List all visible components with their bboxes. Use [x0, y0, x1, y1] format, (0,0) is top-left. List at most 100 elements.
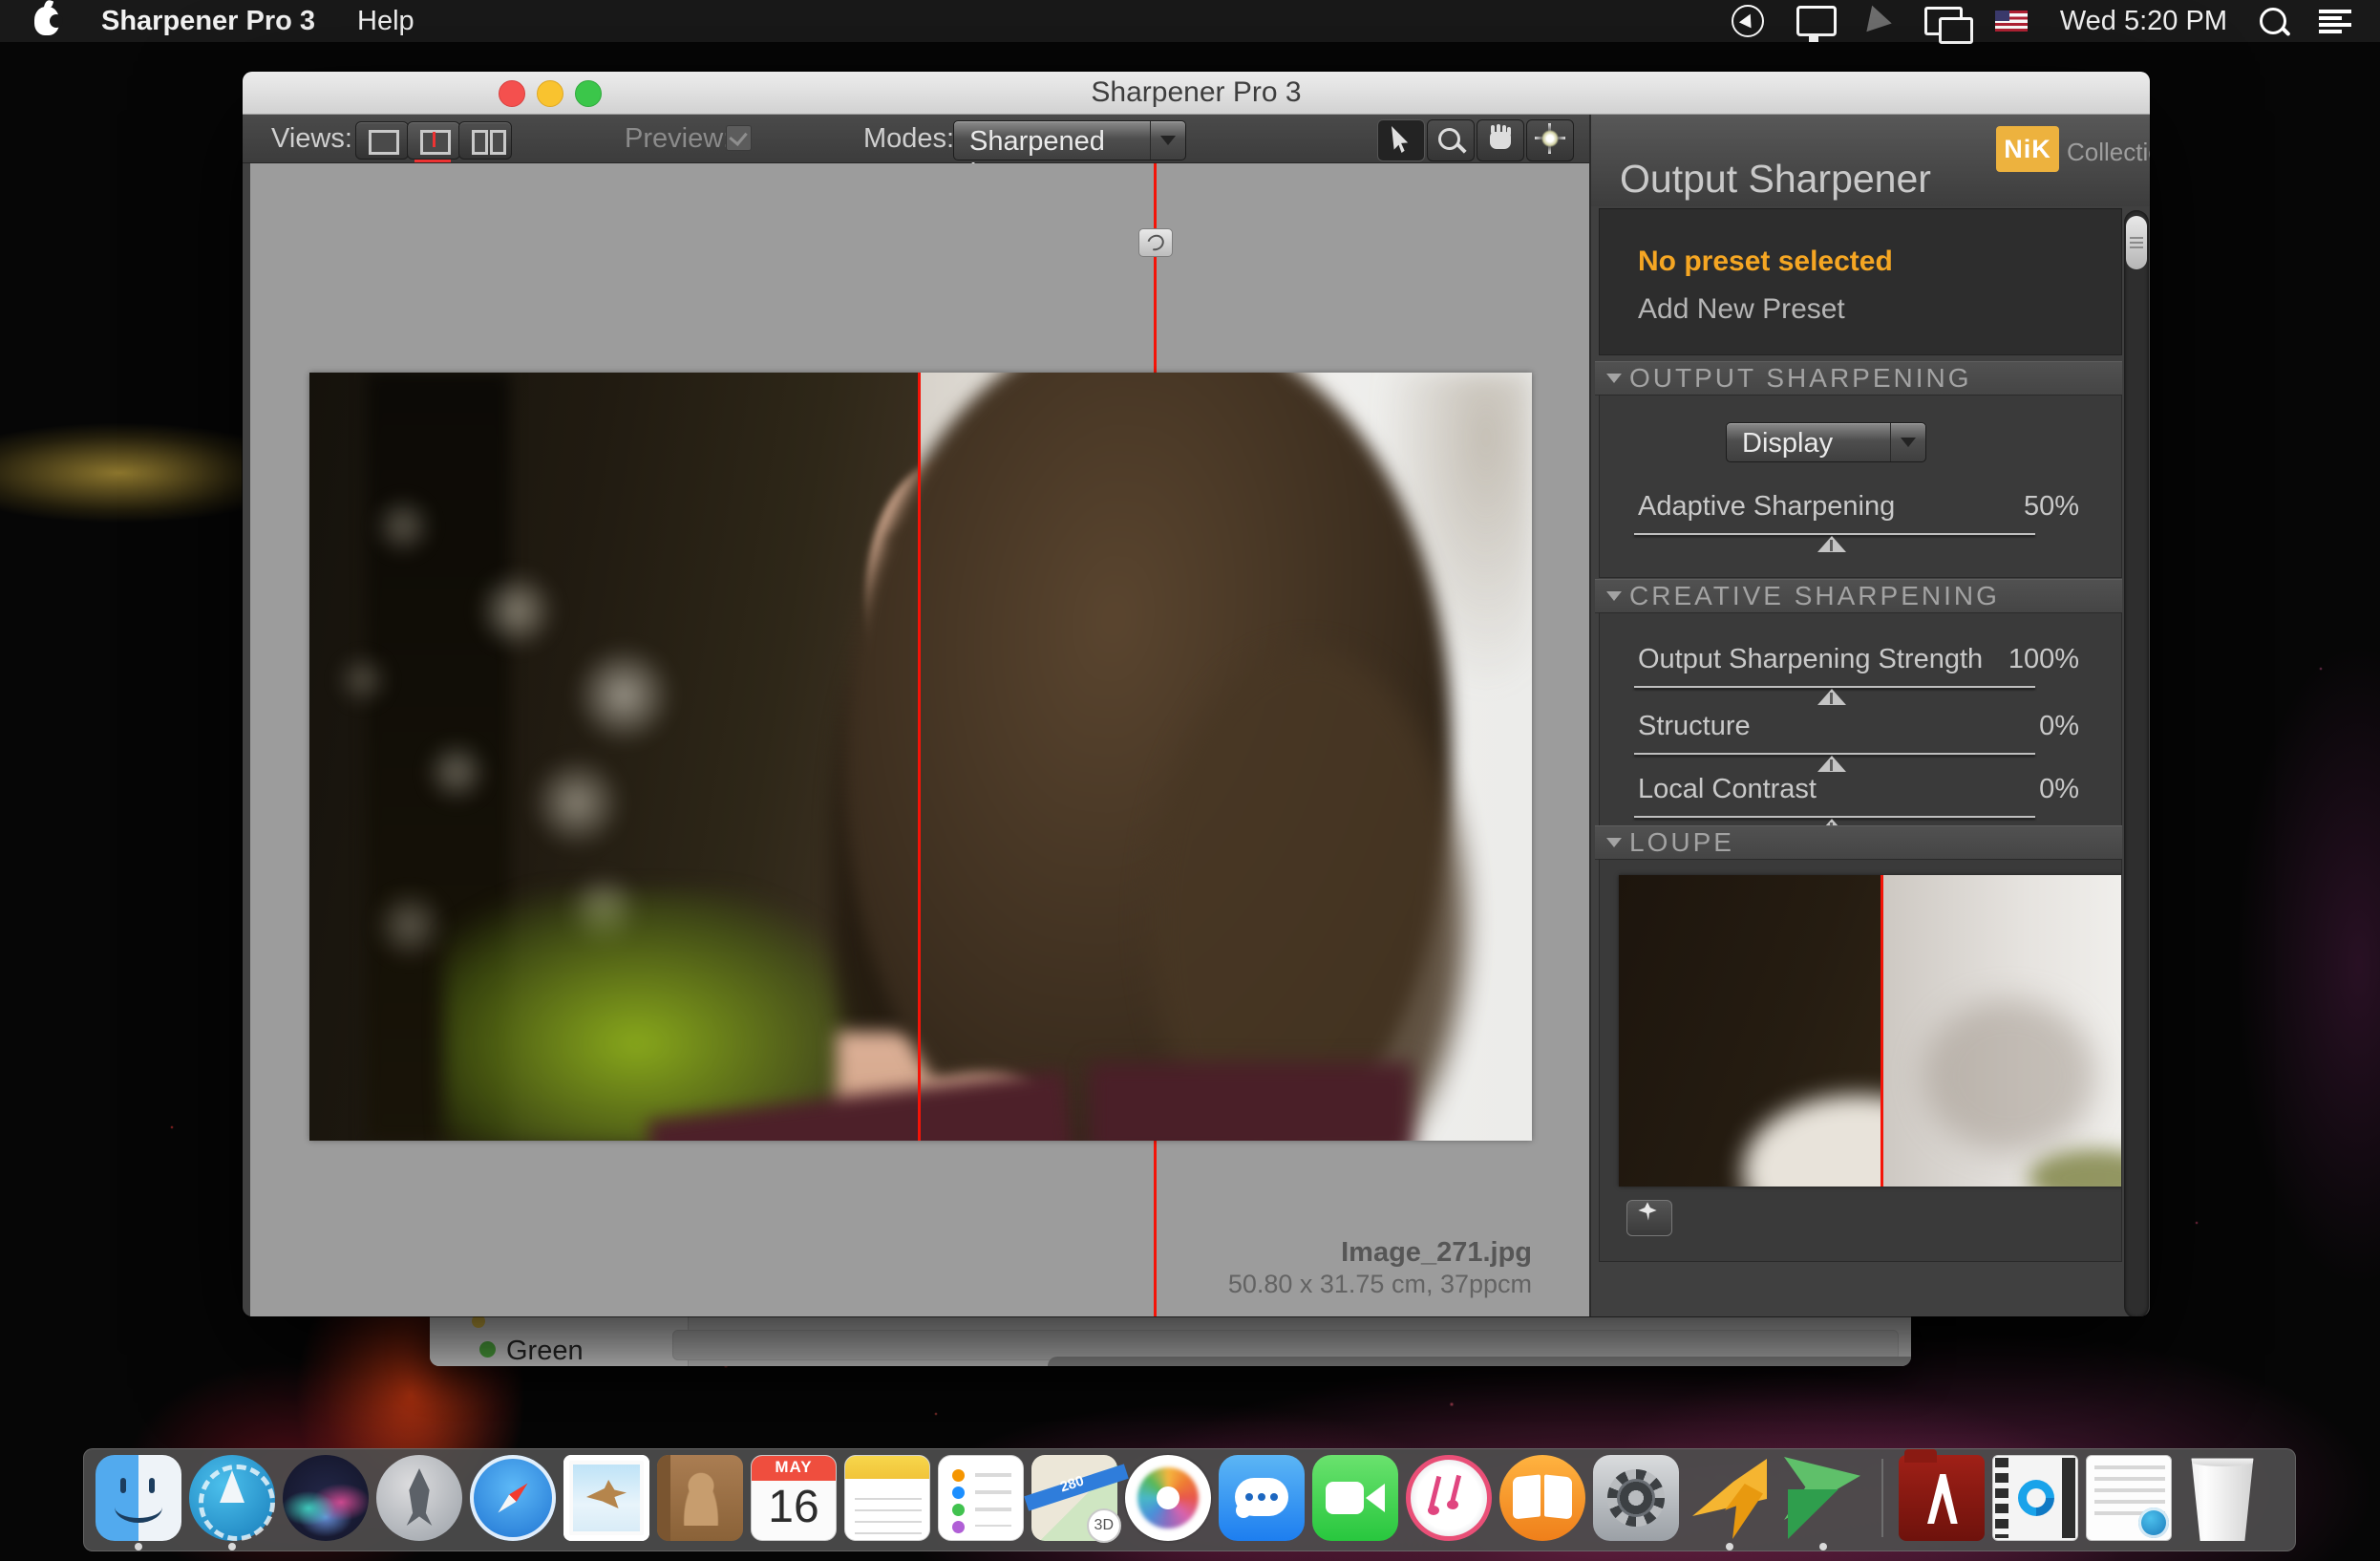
- menu-app-name[interactable]: Sharpener Pro 3: [101, 6, 315, 37]
- window-title: Sharpener Pro 3: [243, 72, 2150, 114]
- dock-item-calendar[interactable]: MAY16: [751, 1455, 837, 1550]
- ibooks-icon[interactable]: [1499, 1455, 1585, 1541]
- preview-checkbox[interactable]: [726, 125, 752, 151]
- dock-item-notes[interactable]: [844, 1455, 930, 1550]
- dock-item-sysprefs[interactable]: [1593, 1455, 1679, 1550]
- preview-label: Preview:: [625, 123, 731, 155]
- safari-icon[interactable]: [470, 1455, 556, 1541]
- quicktime-file-icon[interactable]: [1992, 1455, 2078, 1541]
- slider-handle[interactable]: [1817, 689, 1846, 705]
- slider-track[interactable]: [1634, 753, 2035, 755]
- background-window[interactable]: Green: [430, 1309, 1911, 1366]
- section-output-sharpening-header[interactable]: OUTPUT SHARPENING: [1595, 361, 2122, 396]
- location-icon[interactable]: [1732, 5, 1764, 37]
- reminders-icon[interactable]: [938, 1455, 1024, 1541]
- system-preferences-icon[interactable]: [1593, 1455, 1679, 1541]
- device-dropdown-value: Display: [1742, 428, 1833, 460]
- pan-tool-button[interactable]: [1477, 119, 1524, 161]
- dock-item-messages[interactable]: [1219, 1455, 1305, 1550]
- nik-collection-yellow-icon[interactable]: [1687, 1455, 1773, 1541]
- panel-scrollbar-track[interactable]: [2124, 210, 2149, 1316]
- dual-display-icon[interactable]: [1924, 7, 1963, 35]
- adobe-acrobat-folder-icon[interactable]: [1899, 1455, 1985, 1541]
- compass-navigation-icon[interactable]: [189, 1455, 275, 1541]
- title-bar[interactable]: Sharpener Pro 3: [243, 72, 2150, 115]
- dock-item-itunes[interactable]: [1406, 1455, 1492, 1550]
- messages-icon[interactable]: [1219, 1455, 1305, 1541]
- calendar-icon[interactable]: MAY16: [751, 1455, 837, 1541]
- dock-item-reminders[interactable]: [938, 1455, 1024, 1550]
- document-file-icon[interactable]: [2086, 1455, 2172, 1541]
- slider-handle[interactable]: [1817, 536, 1846, 552]
- dock-item-nik-green[interactable]: [1780, 1455, 1866, 1550]
- dock-item-quicktime[interactable]: [1992, 1455, 2078, 1550]
- dock-item-mail[interactable]: [563, 1455, 649, 1550]
- section-creative-sharpening-header[interactable]: CREATIVE SHARPENING: [1595, 579, 2122, 613]
- view-side-by-side-button[interactable]: [458, 121, 512, 160]
- minimize-button[interactable]: [537, 80, 563, 107]
- mail-icon[interactable]: [563, 1455, 649, 1541]
- slider-handle[interactable]: [1817, 756, 1846, 772]
- close-button[interactable]: [499, 80, 525, 107]
- dock-item-launchpad[interactable]: [376, 1455, 462, 1550]
- dock-item-acrobat[interactable]: [1899, 1455, 1985, 1550]
- dock-item-finder[interactable]: [96, 1455, 181, 1550]
- photo-split-line[interactable]: [918, 373, 921, 1141]
- preset-list[interactable]: No preset selected Add New Preset: [1599, 208, 2122, 355]
- horizontal-scrollbar-thumb[interactable]: [1048, 1357, 1911, 1366]
- us-flag-icon[interactable]: [1995, 11, 2028, 32]
- zoom-tool-button[interactable]: [1427, 119, 1475, 161]
- section-loupe-header[interactable]: LOUPE: [1595, 825, 2122, 860]
- slider-track[interactable]: [1634, 686, 2035, 688]
- split-line-handle[interactable]: [1138, 228, 1173, 257]
- apple-menu-icon[interactable]: [34, 7, 59, 35]
- cursor-tool-button[interactable]: [1377, 119, 1425, 161]
- dock-item-siri[interactable]: [283, 1455, 369, 1550]
- nik-collection-green-icon[interactable]: [1780, 1455, 1866, 1541]
- modes-dropdown[interactable]: Sharpened Image: [953, 120, 1186, 160]
- dock-item-trash[interactable]: [2179, 1455, 2265, 1550]
- slider-value: 0%: [2039, 711, 2079, 742]
- image-canvas[interactable]: Image_271.jpg 50.80 x 31.75 cm, 37ppcm: [250, 163, 1589, 1316]
- slider-track[interactable]: [1634, 816, 2035, 818]
- menu-help[interactable]: Help: [357, 6, 414, 37]
- maps-icon[interactable]: 2803D: [1031, 1455, 1117, 1541]
- siri-icon[interactable]: [283, 1455, 369, 1541]
- photo-preview[interactable]: [309, 373, 1532, 1141]
- dock-item-facetime[interactable]: [1312, 1455, 1398, 1550]
- dock-item-ibooks[interactable]: [1499, 1455, 1585, 1550]
- dock-item-maps[interactable]: 2803D: [1031, 1455, 1117, 1550]
- launchpad-icon[interactable]: [376, 1455, 462, 1541]
- loupe-preview[interactable]: [1619, 875, 2122, 1187]
- dock-item-safari[interactable]: [470, 1455, 556, 1550]
- menu-clock[interactable]: Wed 5:20 PM: [2060, 6, 2227, 37]
- facetime-icon[interactable]: [1312, 1455, 1398, 1541]
- nik-collection-label: Collection: [2067, 138, 2150, 167]
- cursor-app-icon[interactable]: [1866, 6, 1894, 36]
- view-single-button[interactable]: [355, 121, 409, 160]
- photos-icon[interactable]: [1125, 1455, 1211, 1541]
- notification-list-icon[interactable]: [2319, 9, 2351, 33]
- itunes-icon[interactable]: [1406, 1455, 1492, 1541]
- trash-icon[interactable]: [2179, 1455, 2265, 1541]
- dock-item-nik-yellow[interactable]: [1687, 1455, 1773, 1550]
- display-icon[interactable]: [1796, 6, 1837, 36]
- dock-item-contacts[interactable]: [657, 1455, 743, 1550]
- finder-icon[interactable]: [96, 1455, 181, 1541]
- loupe-pin-button[interactable]: [1626, 1200, 1672, 1236]
- panel-scrollbar-thumb[interactable]: [2126, 216, 2147, 269]
- lightbulb-tool-button[interactable]: [1526, 119, 1574, 161]
- horizontal-scrollbar-track[interactable]: [672, 1330, 1899, 1360]
- zoom-button[interactable]: [575, 80, 602, 107]
- slider-track[interactable]: [1634, 533, 2035, 535]
- view-split-button[interactable]: [407, 121, 460, 160]
- device-dropdown[interactable]: Display: [1726, 422, 1926, 462]
- loupe-split-line: [1881, 875, 1883, 1187]
- contacts-icon[interactable]: [657, 1455, 743, 1541]
- notes-icon[interactable]: [844, 1455, 930, 1541]
- dock-item-docfile[interactable]: [2086, 1455, 2172, 1550]
- search-icon[interactable]: [2260, 8, 2286, 34]
- dock-item-photos[interactable]: [1125, 1455, 1211, 1550]
- dock-item-navigator[interactable]: [189, 1455, 275, 1550]
- add-new-preset-button[interactable]: Add New Preset: [1638, 293, 1845, 326]
